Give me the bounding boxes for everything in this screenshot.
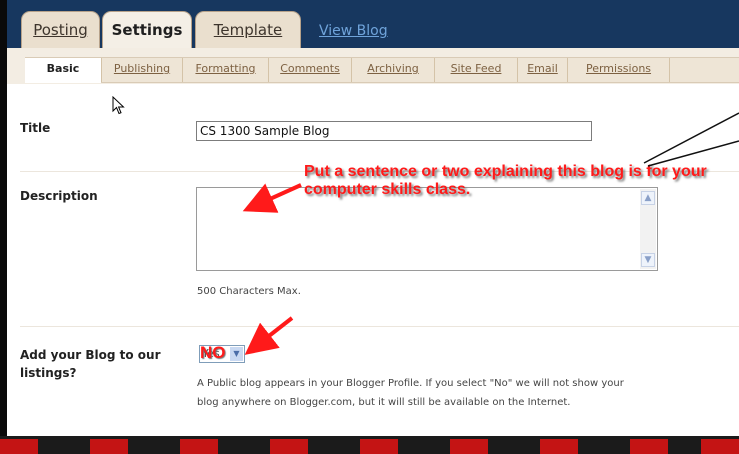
black-callout-line	[643, 112, 739, 164]
arrow-cursor-icon	[112, 96, 125, 115]
red-block	[540, 439, 578, 454]
red-block	[90, 439, 128, 454]
red-block	[180, 439, 218, 454]
red-block	[270, 439, 308, 454]
annotation-arrows	[242, 112, 739, 355]
red-block	[630, 439, 668, 454]
red-arrow-description	[242, 183, 302, 213]
red-block	[360, 439, 398, 454]
red-block	[701, 439, 739, 454]
red-arrow-listing	[244, 316, 294, 355]
red-block	[0, 439, 38, 454]
red-block	[450, 439, 488, 454]
